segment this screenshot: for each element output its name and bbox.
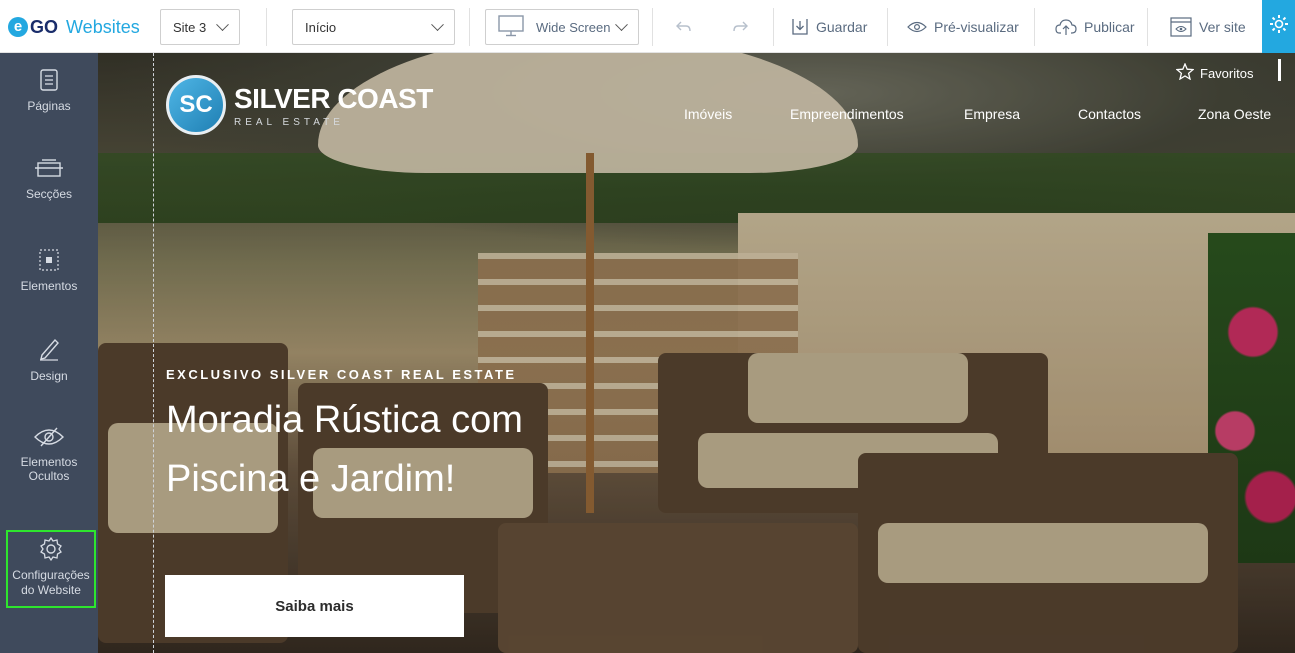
favorites-link[interactable]: Favoritos [1175,62,1254,83]
chevron-down-icon [216,17,229,31]
viewport-select[interactable]: Wide Screen [485,9,639,45]
cloud-upload-icon [1055,18,1077,36]
publish-label: Publicar [1084,18,1135,35]
preview-label: Pré-visualizar [934,18,1019,35]
preview-button[interactable]: Pré-visualizar [907,0,1019,53]
page-select-value: Início [305,19,337,35]
websites-logo-text: Websites [66,16,140,37]
hero-overlay [98,53,1295,653]
website-canvas[interactable]: SC SILVER COAST REAL ESTATE Favoritos Im… [98,53,1295,653]
gear-icon [1268,13,1290,40]
star-icon [1175,62,1195,83]
site-brand-name: SILVER COAST [234,82,433,114]
redo-icon [731,19,749,35]
toolbar-divider [1147,8,1148,46]
hero-title: Moradia Rústica com Piscina e Jardim! [166,399,523,500]
editor-sidebar: Páginas Secções Elementos Design Element… [0,53,98,653]
toolbar-divider [1034,8,1035,46]
site-nav-zona-oeste[interactable]: Zona Oeste [1198,106,1271,122]
gear-icon [8,536,94,562]
favorites-divider [1278,59,1281,81]
settings-tab-button[interactable] [1262,0,1295,53]
chevron-down-icon [431,17,444,31]
editor-toolbar: e GO Websites Site 3 Início Wide Screen [0,0,1295,53]
site-nav-empreendimentos[interactable]: Empreendimentos [790,106,904,122]
viewport-select-value: Wide Screen [536,19,611,35]
eye-icon [907,21,927,33]
chevron-down-icon [615,17,628,31]
site-logo-badge: SC [166,75,226,135]
pages-icon [0,69,98,91]
site-nav-empresa[interactable]: Empresa [964,106,1020,122]
toolbar-divider [887,8,888,46]
sidebar-item-label: Configurações do Website [12,568,90,597]
site-brand-subtitle: REAL ESTATE [234,116,344,128]
site-nav-imoveis[interactable]: Imóveis [684,106,732,122]
site-logo[interactable]: SC SILVER COAST REAL ESTATE [166,75,433,135]
elements-icon [0,249,98,271]
sidebar-item-label: Páginas [27,99,71,113]
download-icon [791,18,809,36]
sidebar-item-website-settings[interactable]: Configurações do Website [6,530,96,608]
sidebar-item-label: Secções [25,187,73,201]
toolbar-divider [773,8,774,46]
sidebar-item-elements[interactable]: Elementos [0,249,98,293]
sidebar-item-label: Elementos Ocultos [20,455,78,484]
ego-logo-mark: e [8,17,28,37]
sidebar-item-pages[interactable]: Páginas [0,69,98,113]
view-site-button[interactable]: Ver site [1170,0,1246,53]
sidebar-item-hidden-elements[interactable]: Elementos Ocultos [0,427,98,484]
save-button[interactable]: Guardar [791,0,867,53]
undo-icon [675,19,693,35]
sections-icon [0,159,98,179]
hero-kicker: EXCLUSIVO SILVER COAST REAL ESTATE [166,367,517,382]
eye-off-icon [0,427,98,447]
redo-button[interactable] [731,0,749,53]
site-select[interactable]: Site 3 [160,9,240,45]
toolbar-divider [469,8,470,46]
sidebar-item-label: Elementos [20,279,78,293]
publish-button[interactable]: Publicar [1055,0,1135,53]
monitor-icon [498,14,524,40]
sidebar-item-sections[interactable]: Secções [0,159,98,201]
toolbar-divider [652,8,653,46]
sidebar-item-label: Design [30,369,68,383]
hero-cta-button[interactable]: Saiba mais [165,575,464,637]
layout-guide-line [153,53,154,653]
save-label: Guardar [816,18,868,35]
site-select-value: Site 3 [173,19,207,35]
ego-websites-logo[interactable]: e GO Websites [8,16,140,38]
undo-button[interactable] [675,0,693,53]
browser-window-icon [1170,16,1192,37]
view-site-label: Ver site [1199,18,1246,35]
pencil-icon [0,337,98,361]
ego-logo-text: GO [30,16,59,37]
page-select[interactable]: Início [292,9,455,45]
toolbar-divider [266,8,267,46]
site-nav-contactos[interactable]: Contactos [1078,106,1141,122]
sidebar-item-design[interactable]: Design [0,337,98,383]
favorites-label: Favoritos [1200,65,1254,81]
